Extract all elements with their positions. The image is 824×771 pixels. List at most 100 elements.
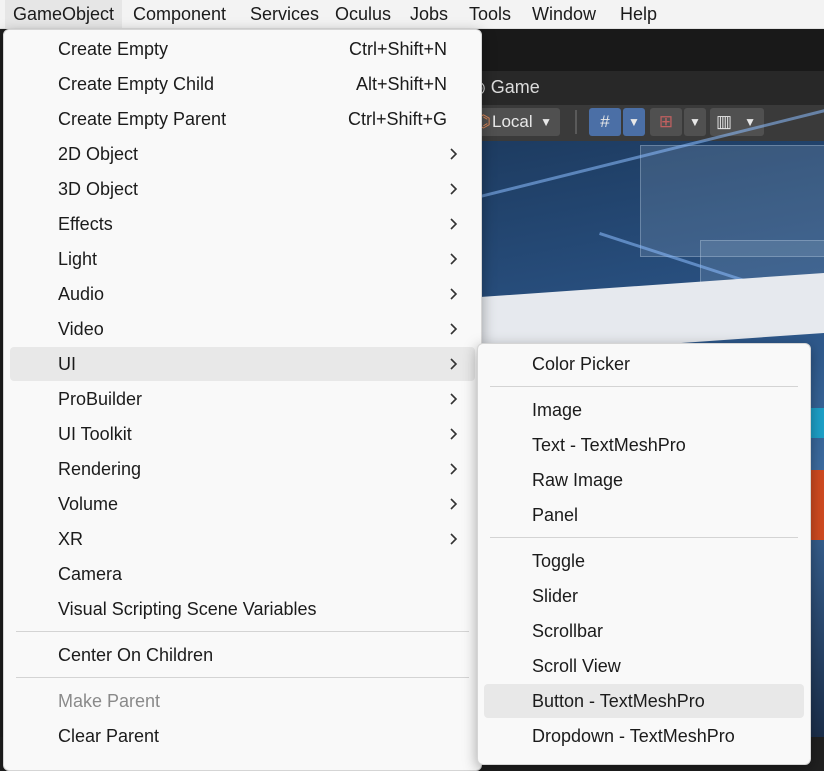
increment-snap-toggle[interactable]: ⊞ bbox=[650, 108, 682, 136]
menu-item-label: Scroll View bbox=[532, 656, 621, 676]
submenu-item-raw-image[interactable]: Raw Image bbox=[484, 463, 804, 497]
menu-item-center-on-children[interactable]: Center On Children bbox=[10, 638, 475, 672]
chevron-down-icon: ▼ bbox=[540, 115, 552, 129]
menu-tools[interactable]: Tools bbox=[461, 0, 519, 28]
chevron-right-icon bbox=[450, 218, 458, 230]
menu-separator bbox=[16, 631, 469, 632]
menu-item-label: Create Empty Child bbox=[58, 74, 215, 94]
chevron-right-icon bbox=[450, 253, 458, 265]
submenu-item-scroll-view[interactable]: Scroll View bbox=[484, 649, 804, 683]
grid-snap-dropdown[interactable]: ▼ bbox=[623, 108, 645, 136]
submenu-item-panel[interactable]: Panel bbox=[484, 498, 804, 532]
menu-item-label: Slider bbox=[532, 586, 579, 606]
menu-item-label: Button - TextMeshPro bbox=[532, 691, 705, 711]
menu-item-label: Create Empty Parent bbox=[58, 109, 227, 129]
menu-item-label: XR bbox=[58, 529, 84, 549]
menu-separator bbox=[490, 386, 798, 387]
menu-item-volume[interactable]: Volume bbox=[10, 487, 475, 521]
menu-jobs[interactable]: Jobs bbox=[402, 0, 456, 28]
chevron-down-icon: ▼ bbox=[628, 115, 640, 129]
menu-item-effects[interactable]: Effects bbox=[10, 207, 475, 241]
menu-item-label: Camera bbox=[58, 564, 123, 584]
menu-item-xr[interactable]: XR bbox=[10, 522, 475, 556]
chevron-right-icon bbox=[450, 148, 458, 160]
chevron-right-icon bbox=[450, 498, 458, 510]
menu-item-label: UI bbox=[58, 354, 76, 374]
increment-snap-dropdown[interactable]: ▼ bbox=[684, 108, 706, 136]
menu-item-label: UI Toolkit bbox=[58, 424, 132, 444]
menu-item-light[interactable]: Light bbox=[10, 242, 475, 276]
menu-item-label: Image bbox=[532, 400, 583, 420]
submenu-item-slider[interactable]: Slider bbox=[484, 579, 804, 613]
shortcut-label: Alt+Shift+N bbox=[355, 74, 447, 94]
ui-submenu: Color Picker Image Text - TextMeshPro Ra… bbox=[477, 343, 811, 765]
chevron-right-icon bbox=[450, 393, 458, 405]
menu-item-2d-object[interactable]: 2D Object bbox=[10, 137, 475, 171]
chevron-right-icon bbox=[450, 288, 458, 300]
shortcut-label: Ctrl+Shift+N bbox=[348, 39, 447, 59]
menu-oculus[interactable]: Oculus bbox=[327, 0, 399, 28]
grid-snap-toggle[interactable]: # bbox=[589, 108, 621, 136]
submenu-item-button-textmeshpro[interactable]: Button - TextMeshPro bbox=[484, 684, 804, 718]
menu-item-label: Volume bbox=[58, 494, 119, 514]
chevron-right-icon bbox=[450, 358, 458, 370]
chevron-right-icon bbox=[450, 463, 458, 475]
menu-item-label: Toggle bbox=[532, 551, 586, 571]
menu-item-ui-toolkit[interactable]: UI Toolkit bbox=[10, 417, 475, 451]
menu-services[interactable]: Services bbox=[242, 0, 327, 28]
menu-item-3d-object[interactable]: 3D Object bbox=[10, 172, 475, 206]
menu-item-ui[interactable]: UI bbox=[10, 347, 475, 381]
toolbar-divider bbox=[575, 110, 577, 134]
menu-item-label: Effects bbox=[58, 214, 113, 234]
menu-item-label: Center On Children bbox=[58, 645, 214, 665]
menu-separator bbox=[490, 537, 798, 538]
menu-item-label: Light bbox=[58, 249, 98, 269]
menu-help[interactable]: Help bbox=[612, 0, 665, 28]
chevron-right-icon bbox=[450, 183, 458, 195]
submenu-item-dropdown-textmeshpro[interactable]: Dropdown - TextMeshPro bbox=[484, 719, 804, 753]
main-toolbar bbox=[460, 29, 824, 71]
menu-item-label: Video bbox=[58, 319, 104, 339]
menu-item-create-empty[interactable]: Create Empty Ctrl+Shift+N bbox=[10, 32, 475, 66]
menu-item-label: Text - TextMeshPro bbox=[532, 435, 686, 455]
tab-game-label: Game bbox=[490, 77, 540, 97]
menu-item-label: Raw Image bbox=[532, 470, 624, 490]
menu-item-label: ProBuilder bbox=[58, 389, 143, 409]
shortcut-label: Ctrl+Shift+G bbox=[347, 109, 447, 129]
menu-item-label: Dropdown - TextMeshPro bbox=[532, 726, 735, 746]
submenu-item-image[interactable]: Image bbox=[484, 393, 804, 427]
menu-item-clear-parent[interactable]: Clear Parent bbox=[10, 719, 475, 753]
submenu-item-toggle[interactable]: Toggle bbox=[484, 544, 804, 578]
chevron-right-icon bbox=[450, 533, 458, 545]
menu-item-camera[interactable]: Camera bbox=[10, 557, 475, 591]
menu-separator bbox=[16, 677, 469, 678]
gameobject-menu: Create Empty Ctrl+Shift+N Create Empty C… bbox=[3, 29, 482, 771]
menu-item-label: Make Parent bbox=[58, 691, 161, 711]
menu-item-label: Clear Parent bbox=[58, 726, 160, 746]
menu-item-label: Audio bbox=[58, 284, 105, 304]
menu-item-create-empty-parent[interactable]: Create Empty Parent Ctrl+Shift+G bbox=[10, 102, 475, 136]
chevron-right-icon bbox=[450, 428, 458, 440]
menu-item-label: Rendering bbox=[58, 459, 142, 479]
submenu-item-text-textmeshpro[interactable]: Text - TextMeshPro bbox=[484, 428, 804, 462]
submenu-item-scrollbar[interactable]: Scrollbar bbox=[484, 614, 804, 648]
menu-item-label: Create Empty bbox=[58, 39, 169, 59]
menu-item-label: Color Picker bbox=[532, 354, 631, 374]
menu-item-rendering[interactable]: Rendering bbox=[10, 452, 475, 486]
menu-item-label: Visual Scripting Scene Variables bbox=[58, 599, 317, 619]
menu-component[interactable]: Component bbox=[125, 0, 234, 28]
menu-bar: GameObject Component Services Oculus Job… bbox=[0, 0, 824, 29]
submenu-item-color-picker[interactable]: Color Picker bbox=[484, 347, 804, 381]
pivot-rotation-dropdown[interactable]: ⌬ Local ▼ bbox=[470, 108, 560, 136]
menu-item-label: 2D Object bbox=[58, 144, 139, 164]
menu-item-probuilder[interactable]: ProBuilder bbox=[10, 382, 475, 416]
menu-window[interactable]: Window bbox=[524, 0, 604, 28]
menu-item-create-empty-child[interactable]: Create Empty Child Alt+Shift+N bbox=[10, 67, 475, 101]
menu-item-video[interactable]: Video bbox=[10, 312, 475, 346]
pivot-rotation-label: Local bbox=[492, 112, 533, 131]
menu-item-visual-scripting-scene-variables[interactable]: Visual Scripting Scene Variables bbox=[10, 592, 475, 626]
menu-gameobject[interactable]: GameObject bbox=[5, 0, 123, 28]
chevron-down-icon: ▼ bbox=[689, 115, 701, 129]
menu-item-audio[interactable]: Audio bbox=[10, 277, 475, 311]
menu-item-label: 3D Object bbox=[58, 179, 139, 199]
